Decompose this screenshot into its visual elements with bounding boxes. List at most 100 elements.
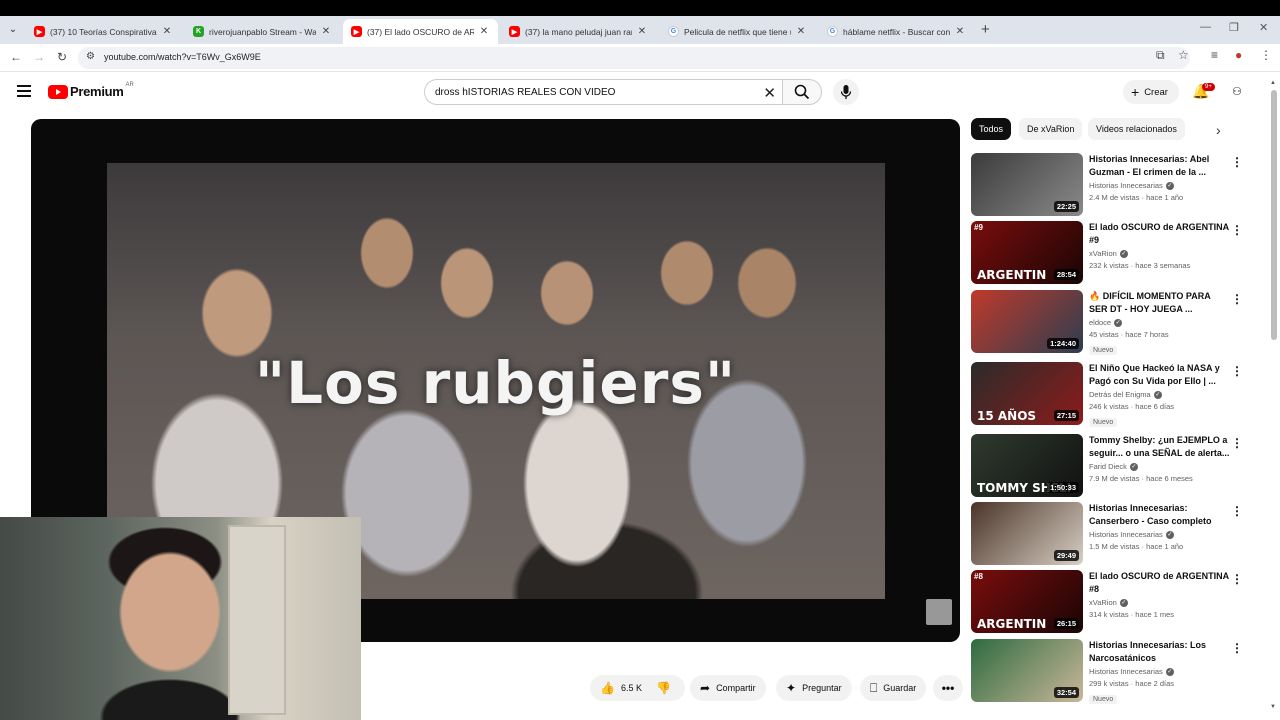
recommendation-item[interactable]: TOMMY SHELI 1:50:33 Tommy Shelby: ¿un EJEM… (971, 434, 1251, 498)
clear-search-icon[interactable]: ✕ (763, 84, 776, 102)
more-vertical-icon[interactable]: ⋮ (1231, 572, 1243, 586)
video-title[interactable]: Historias Innecesarias: Los Narcosatánic… (1089, 639, 1231, 665)
back-icon[interactable]: ← (10, 50, 22, 64)
tab-close-icon[interactable]: ✕ (954, 26, 966, 37)
channel-name-row[interactable]: Historias Innecesarias ✓ (1089, 181, 1231, 190)
more-vertical-icon[interactable]: ⋮ (1231, 223, 1243, 237)
tab-close-icon[interactable]: ✕ (636, 26, 648, 37)
more-vertical-icon[interactable]: ⋮ (1231, 364, 1243, 378)
recommendation-item[interactable]: 29:49 Historias Innecesarias: Canserbero … (971, 502, 1251, 566)
new-tab-icon[interactable]: + (981, 21, 990, 38)
scrollbar-thumb[interactable] (1271, 90, 1277, 340)
window-close-icon[interactable]: ✕ (1259, 21, 1268, 34)
browser-menu-icon[interactable]: ⋮ (1260, 48, 1272, 62)
bookmark-star-icon[interactable]: ☆ (1178, 48, 1189, 62)
video-thumbnail[interactable]: 29:49 (971, 502, 1083, 565)
video-thumbnail[interactable]: 32:54 (971, 639, 1083, 702)
recommendation-item[interactable]: #9 ARGENTIN 28:54 El lado OSCURO de ARGENTI… (971, 221, 1251, 285)
background-door (228, 525, 286, 715)
browser-tab[interactable]: ▶ (37) la mano peludaj juan ramo ✕ (501, 19, 656, 44)
channel-name-row[interactable]: xVaRion ✓ (1089, 249, 1231, 258)
site-info-icon[interactable]: ⚙ (86, 51, 95, 62)
account-avatar-icon[interactable]: ⚇ (1232, 85, 1242, 98)
video-title[interactable]: Tommy Shelby: ¿un EJEMPLO a seguir... o … (1089, 434, 1231, 460)
new-badge: Nuevo (1089, 695, 1118, 704)
chip-channel[interactable]: De xVaRion (1019, 118, 1083, 140)
page-scrollbar[interactable]: ▲ ▼ (1270, 80, 1278, 710)
video-thumbnail[interactable]: 1:24:40 (971, 290, 1083, 353)
save-button[interactable]: ⎕ Guardar (860, 675, 927, 701)
chip-related[interactable]: Videos relacionados (1088, 118, 1185, 140)
more-vertical-icon[interactable]: ⋮ (1231, 641, 1243, 655)
tab-search-chevron-icon[interactable]: ⌄ (5, 22, 21, 38)
video-meta: 🔥 DIFÍCIL MOMENTO PARA SER DT - HOY JUEG… (1089, 290, 1231, 357)
tab-close-icon[interactable]: ✕ (478, 26, 490, 37)
like-dislike-button[interactable]: 👍 6.5 K 👎 (590, 675, 685, 701)
browser-tab-active[interactable]: ▶ (37) El lado OSCURO de ARGEN ✕ (343, 19, 498, 44)
video-thumbnail[interactable]: #8 ARGENTIN 26:15 (971, 570, 1083, 633)
video-title[interactable]: Historias Innecesarias: Abel Guzman - El… (1089, 153, 1231, 179)
browser-tab[interactable]: G Pelicula de netflix que tiene un ✕ (660, 19, 815, 44)
forward-icon[interactable]: → (33, 50, 45, 64)
voice-search-button[interactable] (833, 79, 859, 105)
video-title[interactable]: El lado OSCURO de ARGENTINA #9 (1089, 221, 1231, 247)
more-actions-button[interactable]: ••• (933, 675, 963, 701)
chevron-right-icon[interactable]: › (1216, 122, 1221, 138)
channel-watermark-icon[interactable] (926, 599, 952, 625)
channel-name-row[interactable]: Historias Innecesarias ✓ (1089, 530, 1231, 539)
channel-name-row[interactable]: Detrás del Enigma ✓ (1089, 390, 1231, 399)
address-bar-row: ← → ↻ ⚙ youtube.com/watch?v=T6Wv_Gx6W9E … (0, 44, 1280, 72)
video-thumbnail[interactable]: 15 AÑOS 27:15 (971, 362, 1083, 425)
browser-tab[interactable]: G háblame netflix - Buscar con Go ✕ (819, 19, 974, 44)
video-title[interactable]: El lado OSCURO de ARGENTINA #8 (1089, 570, 1231, 596)
more-vertical-icon[interactable]: ⋮ (1231, 436, 1243, 450)
more-vertical-icon[interactable]: ⋮ (1231, 292, 1243, 306)
reload-icon[interactable]: ↻ (57, 50, 67, 64)
youtube-premium-logo[interactable]: Premium AR (48, 82, 134, 99)
verified-check-icon: ✓ (1119, 598, 1128, 607)
chip-all[interactable]: Todos (971, 118, 1012, 140)
channel-name-row[interactable]: xVaRion ✓ (1089, 598, 1231, 607)
recommendation-item[interactable]: 15 AÑOS 27:15 El Niño Que Hackeó la NASA y… (971, 362, 1251, 427)
video-title[interactable]: 🔥 DIFÍCIL MOMENTO PARA SER DT - HOY JUEG… (1089, 290, 1231, 316)
recommendation-item[interactable]: 22:25 Historias Innecesarias: Abel Guzman… (971, 153, 1251, 217)
search-button[interactable] (782, 79, 822, 105)
channel-name-row[interactable]: Farid Dieck ✓ (1089, 462, 1231, 471)
scroll-up-icon[interactable]: ▲ (1270, 80, 1276, 86)
browser-tab[interactable]: ▶ (37) 10 Teorías Conspirativas m ✕ (26, 19, 181, 44)
thumbs-up-icon[interactable]: 👍 (600, 681, 615, 695)
recommendation-item[interactable]: 32:54 Historias Innecesarias: Los Narcosa… (971, 639, 1251, 704)
tab-close-icon[interactable]: ✕ (161, 26, 173, 37)
channel-name-row[interactable]: Historias Innecesarias ✓ (1089, 667, 1231, 676)
create-button[interactable]: + Crear (1123, 80, 1179, 104)
media-controls-icon[interactable]: ≡ (1211, 48, 1218, 62)
more-vertical-icon[interactable]: ⋮ (1231, 155, 1243, 169)
search-input[interactable]: dross hISTORIAS REALES CON VIDEO ✕ (424, 79, 782, 105)
menu-icon[interactable] (17, 85, 31, 97)
microphone-icon (840, 85, 852, 99)
video-thumbnail[interactable]: 22:25 (971, 153, 1083, 216)
video-stats: 232 k vistas · hace 3 semanas (1089, 261, 1191, 270)
thumbs-down-icon[interactable]: 👎 (656, 681, 671, 695)
maximize-icon[interactable]: ❐ (1229, 21, 1239, 34)
video-duration: 1:50:33 (1047, 482, 1079, 493)
ask-button[interactable]: ✦ Preguntar (776, 675, 852, 701)
omnibox[interactable]: ⚙ youtube.com/watch?v=T6Wv_Gx6W9E (78, 47, 1190, 69)
video-thumbnail[interactable]: #9 ARGENTIN 28:54 (971, 221, 1083, 284)
video-title[interactable]: El Niño Que Hackeó la NASA y Pagó con Su… (1089, 362, 1231, 388)
share-button[interactable]: ➦ Compartir (690, 675, 766, 701)
tab-close-icon[interactable]: ✕ (795, 26, 807, 37)
minimize-icon[interactable]: — (1200, 21, 1211, 33)
video-title[interactable]: Historias Innecesarias: Canserbero - Cas… (1089, 502, 1231, 528)
browser-tab[interactable]: K riverojuanpablo Stream - Watch ✕ (185, 19, 340, 44)
scroll-down-icon[interactable]: ▼ (1270, 704, 1276, 710)
tab-close-icon[interactable]: ✕ (320, 26, 332, 37)
recommendation-item[interactable]: #8 ARGENTIN 26:15 El lado OSCURO de ARGENTI… (971, 570, 1251, 634)
channel-name-row[interactable]: eldoce ✓ (1089, 318, 1231, 327)
verified-check-icon: ✓ (1165, 181, 1174, 190)
profile-avatar-icon[interactable]: ● (1235, 48, 1242, 62)
video-thumbnail[interactable]: TOMMY SHELI 1:50:33 (971, 434, 1083, 497)
install-app-icon[interactable]: ⧉ (1156, 48, 1165, 63)
recommendation-item[interactable]: 1:24:40 🔥 DIFÍCIL MOMENTO PARA SER DT - H… (971, 290, 1251, 357)
more-vertical-icon[interactable]: ⋮ (1231, 504, 1243, 518)
